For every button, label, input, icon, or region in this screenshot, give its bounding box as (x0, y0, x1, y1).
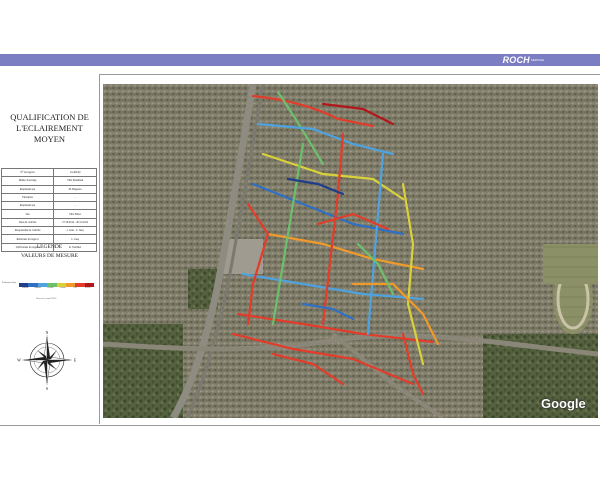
info-value: - (53, 192, 97, 203)
report-info-table: N° du rapport 14-4052Q Maître d'ouvrage Vil… (0, 167, 97, 252)
scale-tick: Acceptable (46, 288, 54, 289)
info-row: Responsable du contrôle a. Jean - C. Jauq (0, 226, 97, 236)
info-value: M. Baguerre (53, 184, 97, 194)
info-value: Ville Epsinhem (53, 176, 97, 186)
info-label: Entreprise (0, 192, 55, 203)
wooded-area-sw (103, 324, 183, 418)
info-row: N° du rapport 14-4052Q (0, 167, 97, 178)
compass-south: S (46, 386, 48, 391)
info-row: Site Ville Entier (0, 209, 97, 219)
info-panel: QUALIFICATION DE L'ECLAIREMENT MOYEN N° … (0, 74, 100, 424)
scale-swatch (37, 283, 48, 287)
compass-north: N (46, 330, 49, 335)
info-label: Rédacteur du rapport (0, 234, 55, 244)
info-label: Responsable du contrôle (0, 226, 55, 236)
info-label: Représenté par (0, 184, 55, 194)
scale-note: Valeurs en lux - normes EN13201 (36, 299, 57, 300)
scale-label: Éclairement (lux) (2, 282, 17, 284)
scale-tick: Conforme (59, 288, 66, 289)
scale-tick: Insuffisant (22, 288, 29, 289)
field-east (543, 244, 598, 284)
scale-swatch (84, 283, 94, 287)
info-label: Date du contrôle (0, 217, 55, 228)
scale-tick: Élevé (73, 288, 77, 289)
info-row: Représenté par M. Baguerre (0, 184, 97, 194)
info-row: Date du contrôle 27/10/2014 - 20/11/2014 (0, 217, 97, 228)
info-value: Ville Entier (53, 209, 97, 219)
info-label: Maître d'ouvrage (0, 176, 55, 186)
scale-swatch (56, 283, 66, 287)
scale-swatch (47, 283, 57, 287)
scale-swatch (75, 283, 85, 287)
compass-rose-icon: N S E W (17, 330, 77, 391)
google-attribution: Google (541, 396, 586, 411)
info-row: Maître d'ouvrage Ville Epsinhem (0, 176, 97, 186)
info-row: Représenté par - (0, 201, 97, 211)
info-value: 27/10/2014 - 20/11/2014 (53, 217, 97, 228)
info-label: Représenté par (0, 201, 55, 211)
compass-east: E (74, 358, 77, 363)
legend-subheading: VALEURS DE MESURE (20, 253, 79, 259)
info-row: Entreprise - (0, 192, 97, 203)
compass-west: W (17, 358, 21, 363)
info-value: a. Jean - C. Jauq (53, 226, 97, 236)
report-title: QUALIFICATION DE L'ECLAIREMENT MOYEN (10, 112, 89, 144)
info-value: - (53, 201, 97, 211)
color-scale (19, 283, 94, 287)
scale-tick: Très élevé (84, 288, 91, 289)
scale-swatch (19, 283, 29, 287)
legend-heading: LEGENDE (36, 244, 63, 250)
brand-logo: ROCHSERVICE (502, 55, 544, 65)
scale-swatch (65, 283, 76, 287)
scale-swatch (28, 283, 38, 287)
info-label: Site (0, 209, 55, 219)
info-label: N° du rapport (0, 167, 55, 178)
info-value: 14-4052Q (53, 167, 97, 178)
info-value: C. Jauq (53, 234, 97, 244)
satellite-map[interactable] (103, 84, 598, 418)
info-row: Rédacteur du rapport C. Jauq (0, 234, 97, 244)
scale-ticks: Insuffisant Insuffisant Acceptable Conforme… (19, 288, 94, 289)
scale-tick: Insuffisant (34, 288, 41, 289)
